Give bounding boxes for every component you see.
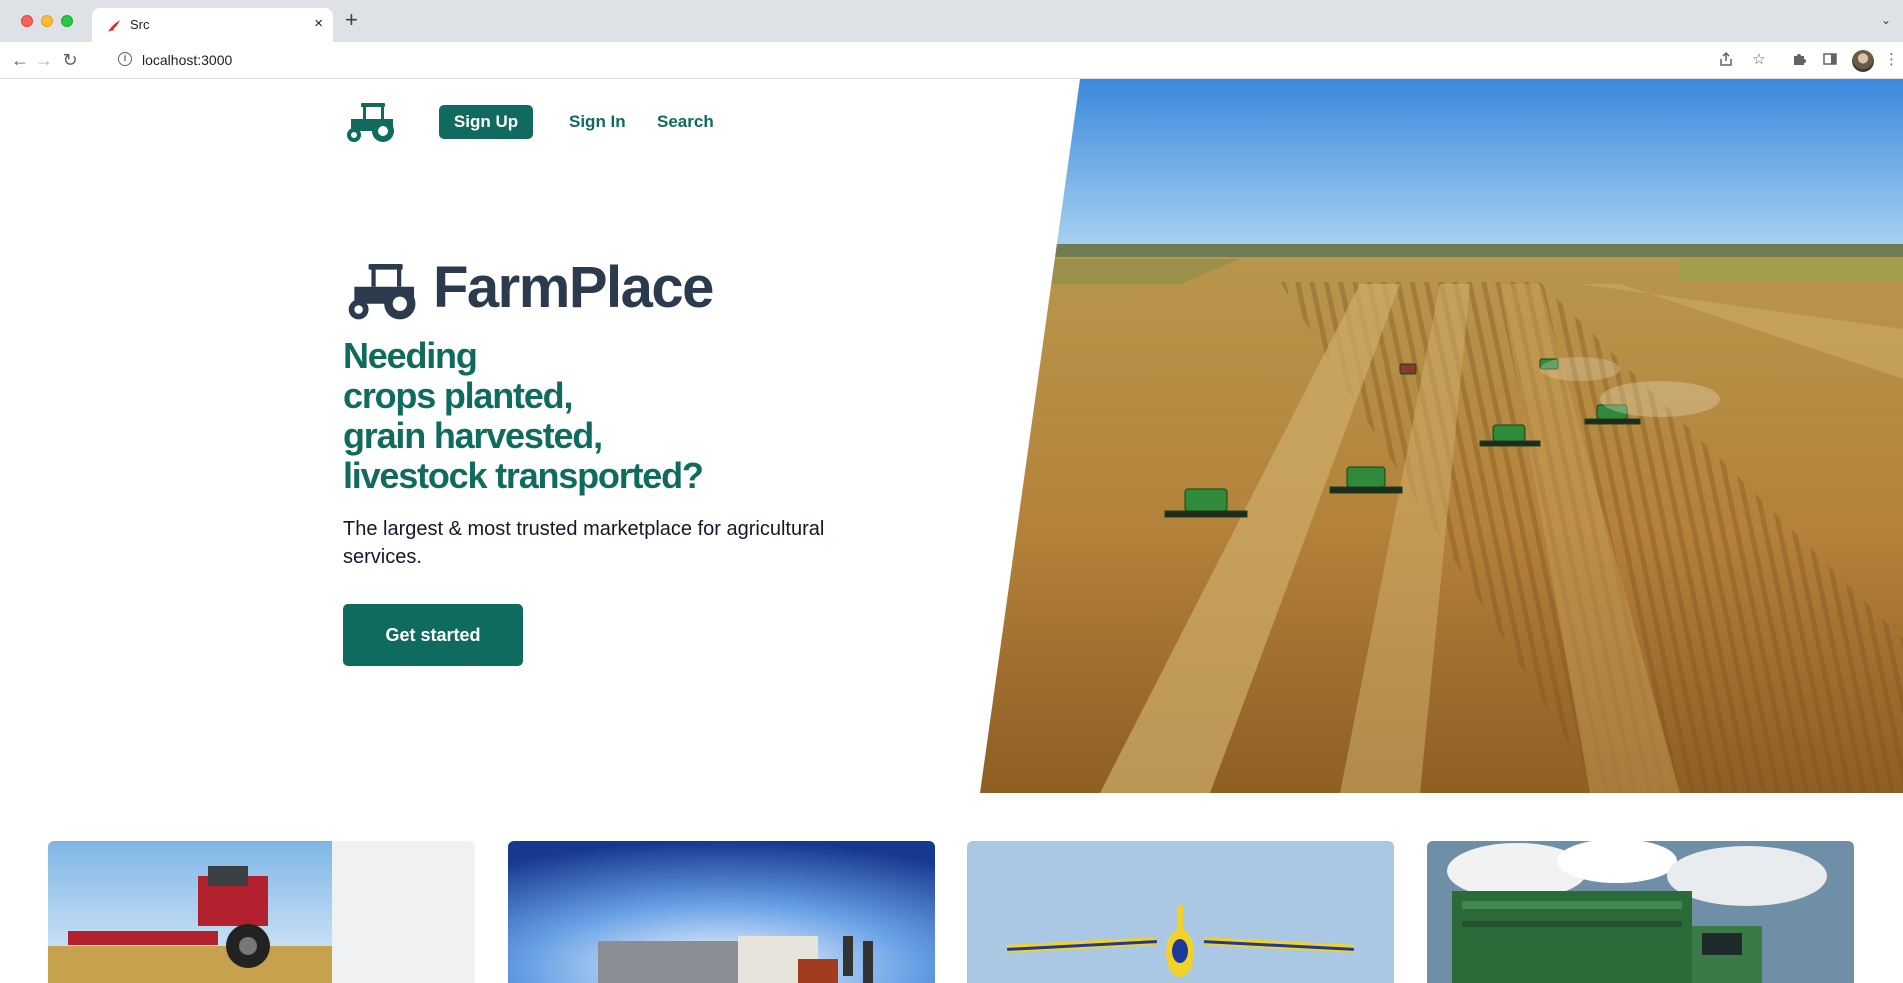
sign-in-link[interactable]: Sign In <box>569 105 626 139</box>
search-link[interactable]: Search <box>657 105 714 139</box>
tractor-logo-icon[interactable] <box>343 101 400 143</box>
back-arrow-icon[interactable]: ← <box>10 50 30 70</box>
hero-headline: Needing crops planted, grain harvested, … <box>343 335 704 496</box>
browser-tab-active[interactable]: Src × <box>92 8 333 42</box>
green-cotton-picker-image <box>1427 841 1854 983</box>
window-close-button[interactable] <box>21 15 33 27</box>
tractor-brand-icon <box>348 264 416 320</box>
headline-line: livestock transported? <box>343 455 704 496</box>
menu-kebab-icon[interactable]: ⋮ <box>1884 51 1899 69</box>
forward-arrow-icon[interactable]: → <box>34 50 54 70</box>
extensions-puzzle-icon[interactable] <box>1790 51 1808 69</box>
browser-tabstrip: Src × + ⌄ <box>0 0 1903 42</box>
livestock-truck-image <box>508 841 935 983</box>
window-minimize-button[interactable] <box>41 15 53 27</box>
tab-title: Src <box>130 17 150 32</box>
brand-name: FarmPlace <box>433 255 714 320</box>
headline-line: Needing <box>343 335 478 376</box>
favicon-icon <box>108 20 120 32</box>
service-card-crop-dusting[interactable] <box>967 841 1394 983</box>
service-card-livestock[interactable] <box>508 841 935 983</box>
tab-close-icon[interactable]: × <box>314 15 323 33</box>
address-url[interactable]: localhost:3000 <box>142 52 232 68</box>
service-card-combine[interactable] <box>48 841 475 983</box>
bookmark-star-icon[interactable]: ☆ <box>1750 51 1768 69</box>
profile-avatar[interactable] <box>1852 50 1874 72</box>
hero-subtext: The largest & most trusted marketplace f… <box>343 518 825 568</box>
get-started-button[interactable]: Get started <box>343 604 523 666</box>
address-bar[interactable] <box>110 46 1750 74</box>
headline-line: grain harvested, <box>343 415 603 456</box>
window-zoom-button[interactable] <box>61 15 73 27</box>
page: Sign Up Sign In Search FarmPlace Needing… <box>0 79 1903 983</box>
service-card-cotton[interactable] <box>1427 841 1854 983</box>
share-icon[interactable] <box>1717 51 1735 69</box>
sign-up-button[interactable]: Sign Up <box>439 105 533 139</box>
new-tab-button[interactable]: + <box>345 9 358 31</box>
headline-line: crops planted, <box>343 375 573 416</box>
hero-harvest-image <box>980 79 1903 793</box>
side-panel-icon[interactable] <box>1821 51 1839 69</box>
site-info-icon[interactable]: i <box>118 52 132 66</box>
reload-icon[interactable]: ↻ <box>60 50 80 70</box>
red-combine-image <box>48 841 475 983</box>
crop-duster-plane-image <box>967 841 1394 983</box>
browser-toolbar: ← → ↻ i localhost:3000 ☆ ⋮ <box>0 42 1903 79</box>
tab-search-chevron-icon[interactable]: ⌄ <box>1881 13 1891 27</box>
